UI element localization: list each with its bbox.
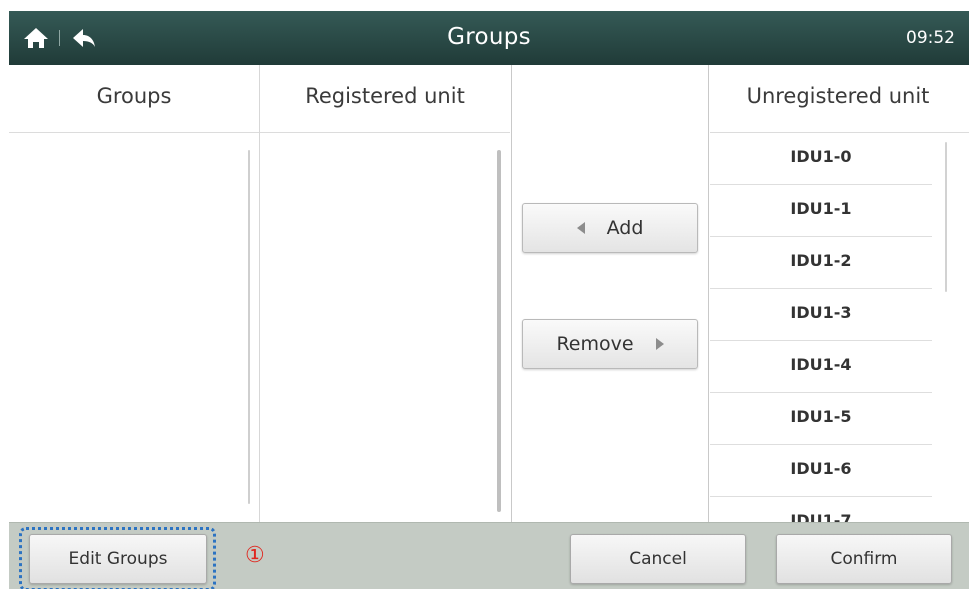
list-item[interactable]: IDU1-1 <box>710 185 932 237</box>
groups-column-header: Groups <box>96 84 172 108</box>
registered-scrollbar[interactable] <box>497 150 501 512</box>
groups-scrollbar[interactable] <box>248 150 250 504</box>
unregistered-unit-list[interactable]: IDU1-0 IDU1-1 IDU1-2 IDU1-3 IDU1-4 IDU1-… <box>710 133 932 522</box>
list-item[interactable]: IDU1-3 <box>710 289 932 341</box>
confirm-button[interactable]: Confirm <box>776 534 952 584</box>
column-divider <box>511 65 512 522</box>
left-arrow-icon <box>576 222 585 234</box>
list-item[interactable]: IDU1-6 <box>710 445 932 497</box>
edit-groups-button[interactable]: Edit Groups <box>29 534 207 584</box>
page-title: Groups <box>447 24 531 50</box>
remove-button[interactable]: Remove <box>522 319 698 369</box>
add-button-label: Add <box>606 217 644 239</box>
remove-button-label: Remove <box>556 333 634 355</box>
confirm-label: Confirm <box>830 549 898 569</box>
list-item[interactable]: IDU1-2 <box>710 237 932 289</box>
list-item[interactable]: IDU1-0 <box>710 133 932 185</box>
groups-list[interactable] <box>9 133 259 522</box>
callout-number: ① <box>245 543 265 568</box>
edit-groups-label: Edit Groups <box>68 549 168 569</box>
add-button[interactable]: Add <box>522 203 698 253</box>
registered-unit-column-header: Registered unit <box>305 84 465 108</box>
list-item[interactable]: IDU1-5 <box>710 393 932 445</box>
registered-unit-list[interactable] <box>260 133 510 522</box>
list-item[interactable]: IDU1-7 <box>710 497 932 522</box>
title-bar: Groups 09:52 <box>9 11 969 65</box>
cancel-button[interactable]: Cancel <box>570 534 746 584</box>
unregistered-scrollbar[interactable] <box>945 142 947 292</box>
footer-bar: Edit Groups ① Cancel Confirm <box>9 522 969 589</box>
unregistered-unit-column-header: Unregistered unit <box>746 84 930 108</box>
column-divider <box>708 65 709 522</box>
list-item[interactable]: IDU1-4 <box>710 341 932 393</box>
right-arrow-icon <box>655 338 664 350</box>
cancel-label: Cancel <box>629 549 687 569</box>
clock-time: 09:52 <box>906 28 955 48</box>
